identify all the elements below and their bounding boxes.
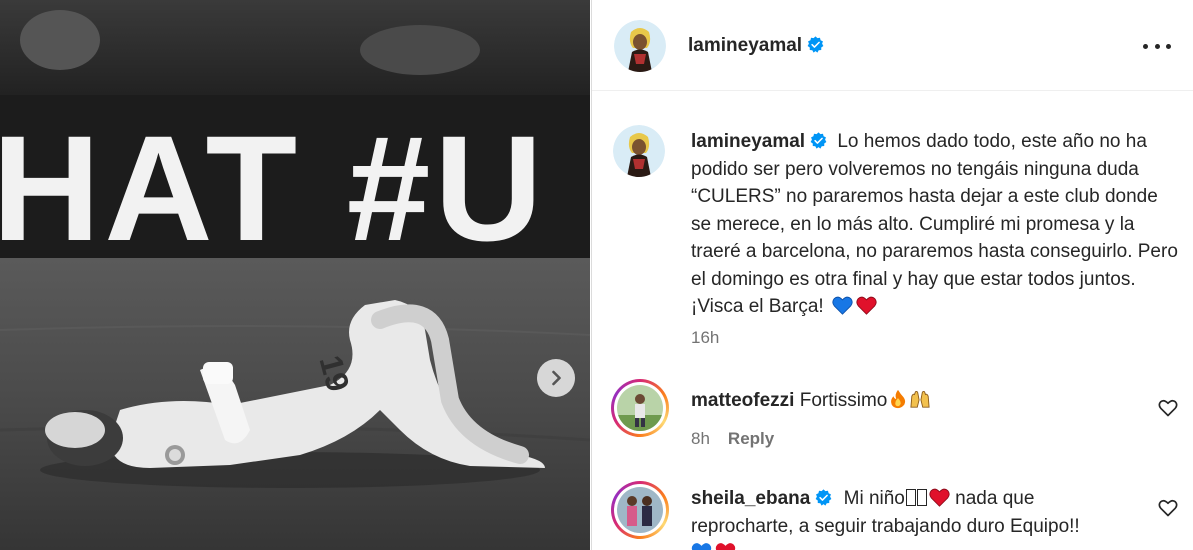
red-heart-icon	[856, 296, 877, 315]
banner-text: HAT #U	[0, 104, 547, 272]
post-caption: lamineyamal Lo hemos dado todo, este año…	[691, 128, 1181, 321]
avatar-image	[613, 125, 665, 177]
comment-text: Fortissimo	[799, 390, 888, 411]
heart-outline-icon	[1158, 399, 1178, 417]
comment: sheila_ebana Mi niño nada que reprochart…	[691, 485, 1141, 540]
more-options-button[interactable]	[1143, 35, 1171, 57]
missing-glyph	[916, 489, 927, 506]
comment-trailing-emojis	[691, 542, 736, 550]
verified-badge-icon	[815, 489, 832, 506]
avatar-image	[614, 20, 666, 72]
comment-like-button[interactable]	[1158, 398, 1178, 418]
red-heart-icon	[929, 488, 950, 507]
red-heart-icon	[715, 543, 736, 550]
caption-timestamp[interactable]: 16h	[691, 328, 719, 348]
blue-heart-icon	[691, 543, 712, 550]
comment-meta: 8h Reply	[691, 429, 774, 449]
avatar-ring-inner	[614, 382, 666, 434]
heart-outline-icon	[1158, 499, 1178, 517]
comment-avatar[interactable]	[611, 481, 669, 539]
reply-button[interactable]: Reply	[728, 429, 774, 448]
avatar-image	[617, 487, 663, 533]
raised-hands-icon	[910, 390, 930, 408]
comment-like-button[interactable]	[1158, 498, 1178, 518]
chevron-right-icon	[552, 370, 561, 386]
post-header: lamineyamal	[592, 0, 1193, 91]
blue-heart-icon	[832, 296, 853, 315]
avatar-ring-inner	[614, 484, 666, 536]
avatar-image	[617, 385, 663, 431]
post-side-panel: lamineyamal lamineyamal Lo hemos dado to…	[591, 0, 1193, 550]
verified-badge-icon	[810, 132, 827, 149]
comment-username[interactable]: matteofezzi	[691, 390, 794, 411]
comment-username[interactable]: sheila_ebana	[691, 488, 810, 509]
more-options-icon	[1143, 43, 1148, 49]
missing-glyph	[905, 489, 916, 506]
comment-avatar[interactable]	[611, 379, 669, 437]
avatar[interactable]	[614, 20, 666, 72]
post-photo: HAT #U 19	[0, 0, 590, 550]
comment-timestamp[interactable]: 8h	[691, 429, 710, 448]
more-dot	[1166, 43, 1171, 49]
header-username-text: lamineyamal	[688, 35, 803, 56]
caption-text: Lo hemos dado todo, este año no ha podid…	[691, 131, 1178, 317]
fire-icon	[891, 389, 906, 409]
verified-badge-icon	[807, 36, 824, 53]
avatar-photo	[617, 487, 663, 533]
header-username[interactable]: lamineyamal	[688, 35, 824, 57]
caption-avatar[interactable]	[613, 125, 665, 177]
carousel-next-button[interactable]	[537, 359, 575, 397]
more-dot	[1154, 43, 1160, 49]
avatar-photo	[617, 385, 663, 431]
caption-username[interactable]: lamineyamal	[691, 131, 805, 152]
comment: matteofezzi Fortissimo	[691, 387, 1141, 415]
post-image[interactable]: HAT #U 19	[0, 0, 590, 550]
comment-text-start: Mi niño	[843, 488, 905, 509]
